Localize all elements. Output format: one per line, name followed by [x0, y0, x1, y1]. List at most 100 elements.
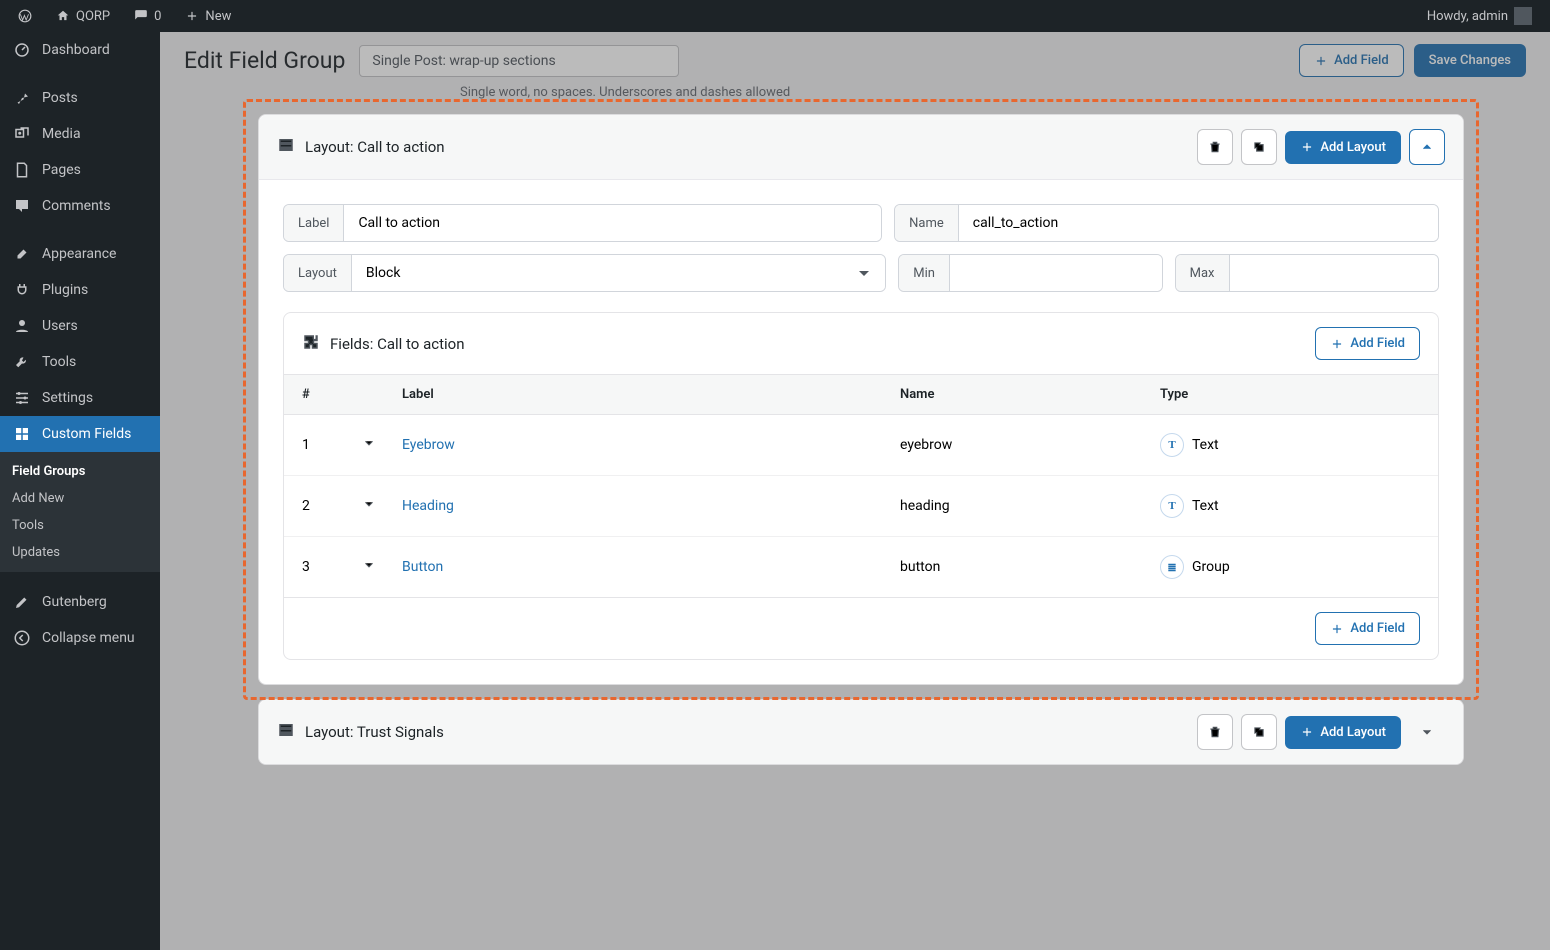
fields-panel: Fields: Call to action Add Field # Label…	[283, 312, 1439, 660]
pin-icon	[12, 88, 32, 108]
layout-card-trust: Layout: Trust Signals Add Layout	[258, 699, 1464, 765]
sidebar-item-comments[interactable]: Comments	[0, 188, 160, 224]
field-group-title-input[interactable]	[359, 45, 679, 77]
layout-label-input[interactable]	[344, 205, 881, 241]
add-field-button[interactable]: Add Field	[1315, 327, 1420, 360]
collapse-layout-button[interactable]	[1409, 129, 1445, 165]
collapse-icon	[12, 628, 32, 648]
field-type: Group	[1192, 559, 1230, 575]
layout-min-input[interactable]	[950, 255, 1162, 291]
howdy-user[interactable]: Howdy, admin	[1419, 7, 1540, 25]
field-label-link[interactable]: Eyebrow	[402, 437, 455, 453]
puzzle-icon	[302, 333, 320, 355]
type-icon: T	[1160, 494, 1184, 518]
page-icon	[12, 160, 32, 180]
sidebar-item-pages[interactable]: Pages	[0, 152, 160, 188]
col-type: Type	[1160, 387, 1420, 402]
layout-title-text: Layout: Trust Signals	[305, 723, 444, 741]
sidebar-item-gutenberg[interactable]: Gutenberg	[0, 584, 160, 620]
main-content: Edit Field Group Add Field Save Changes …	[160, 32, 1550, 950]
sidebar-item-plugins[interactable]: Plugins	[0, 272, 160, 308]
add-field-button-top[interactable]: Add Field	[1299, 44, 1404, 77]
comment-icon	[12, 196, 32, 216]
page-header: Edit Field Group Add Field Save Changes	[160, 32, 1550, 89]
layout-caption: Layout	[284, 255, 352, 291]
layout-card-cta: Layout: Call to action Add Layout Label	[258, 114, 1464, 685]
type-icon: T	[1160, 433, 1184, 457]
site-name-text: QORP	[76, 9, 110, 24]
sidebar-item-custom-fields[interactable]: Custom Fields	[0, 416, 160, 452]
expand-layout-button[interactable]	[1409, 725, 1445, 739]
sidebar-item-settings[interactable]: Settings	[0, 380, 160, 416]
sidebar-item-media[interactable]: Media	[0, 116, 160, 152]
delete-layout-button[interactable]	[1197, 129, 1233, 165]
min-caption: Min	[899, 255, 950, 291]
layout-select[interactable]: Block	[352, 255, 885, 291]
submenu-tools[interactable]: Tools	[0, 512, 160, 539]
table-row: 3 Button button ≣ Group	[284, 537, 1438, 597]
sidebar-item-users[interactable]: Users	[0, 308, 160, 344]
admin-bar: QORP 0 New Howdy, admin	[0, 0, 1550, 32]
add-layout-button[interactable]: Add Layout	[1285, 131, 1401, 164]
field-name: button	[900, 559, 1160, 575]
sidebar-item-tools[interactable]: Tools	[0, 344, 160, 380]
row-num: 2	[302, 498, 362, 514]
layout-header-trust: Layout: Trust Signals Add Layout	[259, 700, 1463, 764]
expand-row-button[interactable]	[362, 497, 402, 515]
field-name: heading	[900, 498, 1160, 514]
field-type: Text	[1192, 437, 1219, 453]
sidebar-item-dashboard[interactable]: Dashboard	[0, 32, 160, 68]
expand-row-button[interactable]	[362, 558, 402, 576]
sidebar-item-appearance[interactable]: Appearance	[0, 236, 160, 272]
comments-count[interactable]: 0	[126, 9, 169, 24]
layout-icon	[277, 136, 295, 158]
col-label: Label	[402, 387, 900, 402]
name-caption: Name	[895, 205, 959, 241]
max-caption: Max	[1176, 255, 1230, 291]
col-name: Name	[900, 387, 1160, 402]
dashboard-icon	[12, 40, 32, 60]
expand-row-button[interactable]	[362, 436, 402, 454]
layout-max-input[interactable]	[1230, 255, 1439, 291]
admin-sidebar: Dashboard Posts Media Pages Comments App…	[0, 32, 160, 950]
submenu-updates[interactable]: Updates	[0, 539, 160, 566]
sidebar-item-posts[interactable]: Posts	[0, 80, 160, 116]
delete-layout-button[interactable]	[1197, 714, 1233, 750]
avatar	[1514, 7, 1532, 25]
pencil-icon	[12, 592, 32, 612]
layout-header-cta: Layout: Call to action Add Layout	[259, 115, 1463, 180]
duplicate-layout-button[interactable]	[1241, 129, 1277, 165]
grid-icon	[12, 424, 32, 444]
fields-title: Fields: Call to action	[330, 335, 464, 353]
add-field-button-bottom[interactable]: Add Field	[1315, 612, 1420, 645]
page-title: Edit Field Group	[184, 47, 345, 74]
table-row: 2 Heading heading TText	[284, 476, 1438, 537]
layout-name-input[interactable]	[959, 205, 1438, 241]
media-icon	[12, 124, 32, 144]
brush-icon	[12, 244, 32, 264]
save-changes-button[interactable]: Save Changes	[1414, 44, 1526, 77]
col-num: #	[302, 387, 362, 402]
user-icon	[12, 316, 32, 336]
type-icon: ≣	[1160, 555, 1184, 579]
row-num: 3	[302, 559, 362, 575]
plug-icon	[12, 280, 32, 300]
add-layout-button[interactable]: Add Layout	[1285, 716, 1401, 749]
site-name[interactable]: QORP	[48, 9, 118, 24]
row-num: 1	[302, 437, 362, 453]
layout-icon	[277, 721, 295, 743]
submenu-add-new[interactable]: Add New	[0, 485, 160, 512]
sliders-icon	[12, 388, 32, 408]
layout-title-text: Layout: Call to action	[305, 138, 445, 156]
duplicate-layout-button[interactable]	[1241, 714, 1277, 750]
wrench-icon	[12, 352, 32, 372]
field-label-link[interactable]: Heading	[402, 498, 454, 514]
fields-table-header: # Label Name Type	[284, 374, 1438, 415]
label-caption: Label	[284, 205, 344, 241]
new-content[interactable]: New	[177, 9, 239, 24]
field-label-link[interactable]: Button	[402, 559, 443, 575]
wp-logo[interactable]	[10, 9, 40, 23]
sidebar-collapse[interactable]: Collapse menu	[0, 620, 160, 656]
sidebar-submenu: Field Groups Add New Tools Updates	[0, 452, 160, 572]
submenu-field-groups[interactable]: Field Groups	[0, 458, 160, 485]
